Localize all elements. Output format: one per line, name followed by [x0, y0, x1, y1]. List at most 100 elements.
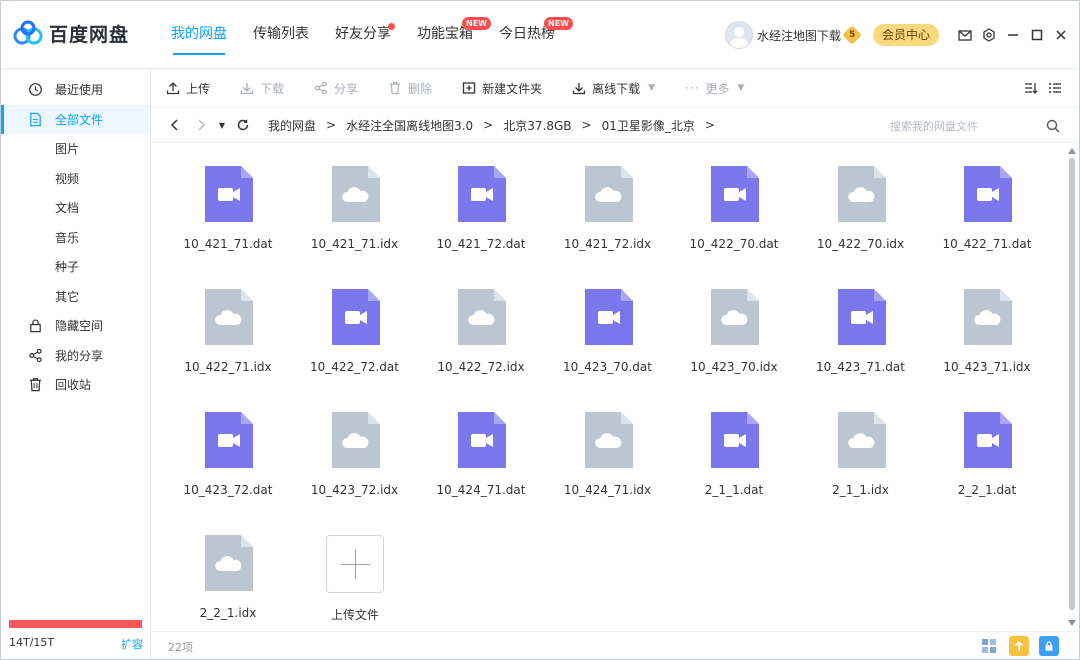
delete-button[interactable]: 删除: [388, 78, 432, 98]
tab-transfers[interactable]: 传输列表: [243, 1, 319, 69]
sidebar-item-music[interactable]: 音乐: [1, 223, 150, 253]
file-item[interactable]: 2_1_1.dat: [674, 390, 794, 500]
search-input[interactable]: [890, 113, 1040, 139]
settings-icon[interactable]: [977, 25, 1001, 45]
file-name: 2_1_1.dat: [704, 483, 764, 497]
file-item[interactable]: 10_422_72.dat: [295, 267, 415, 377]
sidebar-item-label: 其它: [55, 289, 80, 304]
list-view-icon[interactable]: [1043, 78, 1067, 98]
expand-storage-link[interactable]: 扩容: [121, 636, 143, 652]
app-window: 百度网盘 我的网盘 传输列表 好友分享 功能宝箱 NEW 今日热榜 NEW 水经注地…: [0, 0, 1080, 660]
file-name: 10_421_72.dat: [436, 237, 526, 251]
user-profile[interactable]: 水经注地图下载 5: [725, 21, 862, 49]
tab-label: 我的网盘: [171, 26, 227, 42]
file-name: 10_421_72.idx: [563, 237, 652, 251]
window-controls: [953, 25, 1073, 45]
file-item[interactable]: 10_423_70.dat: [548, 267, 668, 377]
sidebar-item-all-files[interactable]: 全部文件: [1, 104, 150, 134]
breadcrumb-item[interactable]: 我的网盘: [268, 117, 316, 134]
tab-hot-list[interactable]: 今日热榜 NEW: [489, 1, 573, 69]
sidebar-item-hidden-space[interactable]: 隐藏空间: [1, 311, 150, 341]
upload-button[interactable]: 上传: [166, 78, 210, 98]
minimize-icon[interactable]: [1001, 25, 1025, 45]
video-file-icon: [964, 412, 1012, 468]
breadcrumb-item[interactable]: 01卫星影像_北京: [602, 117, 695, 134]
file-item[interactable]: 10_423_72.idx: [295, 390, 415, 500]
sidebar-item-trash[interactable]: 回收站: [1, 370, 150, 400]
share-button[interactable]: 分享: [314, 78, 358, 98]
sidebar-item-label: 全部文件: [55, 112, 104, 127]
maximize-icon[interactable]: [1025, 25, 1049, 45]
sidebar-item-images[interactable]: 图片: [1, 134, 150, 164]
file-item[interactable]: 2_2_1.idx: [168, 513, 288, 623]
vip-center-button[interactable]: 会员中心: [873, 24, 939, 46]
sort-icon[interactable]: [1019, 78, 1043, 98]
file-item[interactable]: 10_422_70.idx: [801, 144, 921, 254]
tab-friend-share[interactable]: 好友分享: [325, 1, 401, 69]
sidebar-item-videos[interactable]: 视频: [1, 164, 150, 194]
breadcrumb-separator[interactable]: >: [705, 118, 715, 132]
file-item[interactable]: 10_424_71.dat: [421, 390, 541, 500]
file-item[interactable]: 2_2_1.dat: [927, 390, 1047, 500]
scroll-thumb[interactable]: [1069, 158, 1075, 610]
status-actions: [969, 636, 1059, 656]
scrollbar[interactable]: [1067, 148, 1077, 626]
breadcrumb-item[interactable]: 北京37.8GB: [503, 117, 571, 134]
file-item[interactable]: 10_421_72.idx: [548, 144, 668, 254]
breadcrumb-item[interactable]: 水经注全国离线地图3.0: [346, 117, 473, 134]
close-icon[interactable]: [1049, 25, 1073, 45]
apps-grid-icon[interactable]: [979, 636, 999, 656]
breadcrumb-separator: >: [326, 118, 337, 132]
more-button[interactable]: ··· 更多 ▼: [685, 78, 744, 98]
file-item[interactable]: 10_422_71.idx: [168, 267, 288, 377]
chevron-down-icon[interactable]: ▼: [648, 83, 655, 93]
tab-my-drive[interactable]: 我的网盘: [161, 1, 237, 69]
file-item[interactable]: 10_423_71.idx: [927, 267, 1047, 377]
offline-download-button[interactable]: 离线下载 ▼: [572, 78, 655, 98]
scroll-down-arrow[interactable]: [1068, 620, 1076, 626]
sidebar-item-my-shares[interactable]: 我的分享: [1, 341, 150, 371]
avatar[interactable]: [725, 21, 753, 49]
file-name: 10_422_70.dat: [689, 237, 779, 251]
search-icon[interactable]: [1046, 119, 1060, 133]
cloud-file-icon: [458, 289, 506, 345]
file-item[interactable]: 10_422_70.dat: [674, 144, 794, 254]
file-item[interactable]: 2_1_1.idx: [801, 390, 921, 500]
file-item[interactable]: 10_422_71.dat: [927, 144, 1047, 254]
file-name: 2_2_1.dat: [957, 483, 1017, 497]
file-item[interactable]: 10_422_72.idx: [421, 267, 541, 377]
sidebar: 最近使用 全部文件 图片 视频 文档 音乐 种子 其它 隐藏空间 我的分享 回收: [1, 69, 151, 659]
vip-level-icon: 5: [842, 25, 862, 45]
download-button[interactable]: 下载: [240, 78, 284, 98]
sidebar-item-recent[interactable]: 最近使用: [1, 75, 150, 105]
sidebar-item-label: 我的分享: [55, 348, 104, 363]
upload-file-tile[interactable]: [326, 535, 384, 593]
sidebar-item-other[interactable]: 其它: [1, 282, 150, 312]
new-folder-button[interactable]: 新建文件夹: [462, 78, 542, 98]
file-item[interactable]: 10_424_71.idx: [548, 390, 668, 500]
history-dropdown-icon[interactable]: ▼: [216, 114, 228, 136]
refresh-icon[interactable]: [232, 114, 254, 136]
breadcrumb: 我的网盘 > 水经注全国离线地图3.0 > 北京37.8GB > 01卫星影像_…: [268, 117, 725, 134]
file-item[interactable]: 10_421_71.dat: [168, 144, 288, 254]
sidebar-item-documents[interactable]: 文档: [1, 193, 150, 223]
file-item[interactable]: 10_423_70.idx: [674, 267, 794, 377]
mail-icon[interactable]: [953, 25, 977, 45]
sidebar-item-label: 种子: [55, 260, 80, 275]
tab-label: 好友分享: [335, 26, 391, 42]
sidebar-item-torrents[interactable]: 种子: [1, 252, 150, 282]
tab-toolbox[interactable]: 功能宝箱 NEW: [407, 1, 491, 69]
forward-icon[interactable]: [190, 114, 212, 136]
file-item[interactable]: 10_421_72.dat: [421, 144, 541, 254]
upload-arrow-icon[interactable]: [1009, 636, 1029, 656]
file-item[interactable]: 10_423_71.dat: [801, 267, 921, 377]
file-item[interactable]: 10_421_71.idx: [295, 144, 415, 254]
file-item[interactable]: 10_423_72.dat: [168, 390, 288, 500]
sidebar-item-label: 音乐: [55, 230, 80, 245]
new-folder-label: 新建文件夹: [482, 81, 543, 96]
lock-icon[interactable]: [1039, 636, 1059, 656]
video-file-icon: [711, 412, 759, 468]
scroll-up-arrow[interactable]: [1068, 148, 1076, 154]
back-icon[interactable]: [164, 114, 186, 136]
item-count: 22项: [168, 641, 193, 654]
